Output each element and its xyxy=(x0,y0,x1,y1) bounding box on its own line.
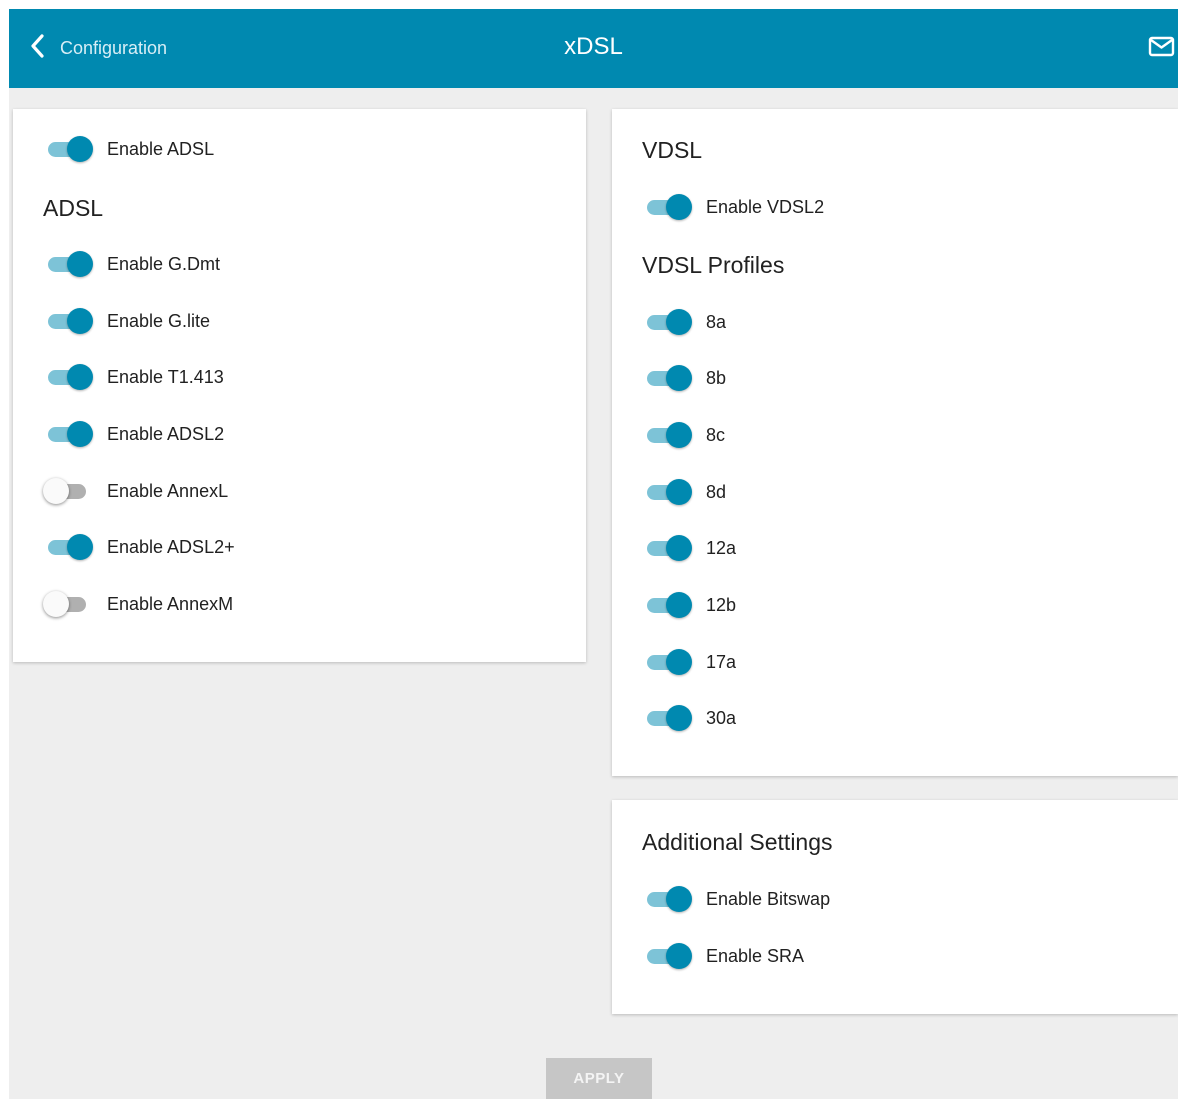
toggle-switch[interactable] xyxy=(43,420,93,448)
enable-t1413-toggle[interactable]: Enable T1.413 xyxy=(43,363,224,391)
toggle-label: Enable G.lite xyxy=(107,310,211,331)
toggle-switch[interactable] xyxy=(43,135,93,163)
notifications-button[interactable] xyxy=(1146,36,1176,62)
adsl-heading: ADSL xyxy=(43,195,104,221)
profile-8a-toggle[interactable]: 8a xyxy=(642,308,726,336)
toggle-label: 12a xyxy=(706,537,737,558)
toggle-switch[interactable] xyxy=(642,591,692,619)
toggle-label: 30a xyxy=(706,707,737,728)
toggle-label: Enable Bitswap xyxy=(706,888,831,909)
toggle-label: Enable VDSL2 xyxy=(706,196,825,217)
adsl-card: Enable ADSL ADSL Enable G.Dmt Enable G.l… xyxy=(13,109,586,662)
toggle-switch[interactable] xyxy=(642,364,692,392)
toggle-switch[interactable] xyxy=(642,534,692,562)
top-bar: Configuration xDSL xyxy=(9,9,1178,88)
profile-30a-toggle[interactable]: 30a xyxy=(642,704,736,732)
vdsl-card: VDSL Enable VDSL2 VDSL Profiles 8a 8b 8c… xyxy=(612,109,1178,776)
profile-12a-toggle[interactable]: 12a xyxy=(642,534,736,562)
toggle-switch[interactable] xyxy=(642,942,692,970)
page-title: xDSL xyxy=(564,33,623,60)
toggle-label: Enable AnnexL xyxy=(107,480,229,501)
toggle-switch[interactable] xyxy=(642,885,692,913)
page: Configuration xDSL Enable ADSL ADSL Enab… xyxy=(9,9,1178,1099)
additional-settings-heading: Additional Settings xyxy=(642,829,833,855)
toggle-switch[interactable] xyxy=(642,704,692,732)
toggle-label: 8b xyxy=(706,367,727,388)
toggle-switch[interactable] xyxy=(43,363,93,391)
toggle-label: 12b xyxy=(706,594,737,615)
profile-8d-toggle[interactable]: 8d xyxy=(642,478,726,506)
apply-button[interactable]: APPLY xyxy=(546,1058,652,1099)
profile-8b-toggle[interactable]: 8b xyxy=(642,364,726,392)
profile-12b-toggle[interactable]: 12b xyxy=(642,591,736,619)
enable-adsl-toggle[interactable]: Enable ADSL xyxy=(43,135,214,163)
vdsl-profiles-heading: VDSL Profiles xyxy=(642,252,785,278)
toggle-label: 8d xyxy=(706,481,727,502)
toggle-switch[interactable] xyxy=(43,307,93,335)
toggle-switch[interactable] xyxy=(642,193,692,221)
enable-gdmt-toggle[interactable]: Enable G.Dmt xyxy=(43,250,220,278)
toggle-switch[interactable] xyxy=(43,533,93,561)
toggle-label: 17a xyxy=(706,651,737,672)
enable-vdsl2-toggle[interactable]: Enable VDSL2 xyxy=(642,193,824,221)
enable-annexm-toggle[interactable]: Enable AnnexM xyxy=(43,590,233,618)
enable-annexl-toggle[interactable]: Enable AnnexL xyxy=(43,477,228,505)
toggle-label: Enable T1.413 xyxy=(107,366,224,387)
toggle-label: 8c xyxy=(706,424,726,445)
additional-settings-card: Additional Settings Enable Bitswap Enabl… xyxy=(612,800,1178,1014)
enable-adsl2plus-toggle[interactable]: Enable ADSL2+ xyxy=(43,533,235,561)
enable-glite-toggle[interactable]: Enable G.lite xyxy=(43,307,210,335)
toggle-label: Enable ADSL2 xyxy=(107,423,225,444)
profile-17a-toggle[interactable]: 17a xyxy=(642,648,736,676)
toggle-label: Enable G.Dmt xyxy=(107,253,221,274)
toggle-switch[interactable] xyxy=(642,648,692,676)
toggle-label: Enable ADSL2+ xyxy=(107,536,235,557)
enable-bitswap-toggle[interactable]: Enable Bitswap xyxy=(642,885,830,913)
profile-8c-toggle[interactable]: 8c xyxy=(642,421,725,449)
toggle-switch[interactable] xyxy=(642,478,692,506)
toggle-switch[interactable] xyxy=(43,477,93,505)
vdsl-heading: VDSL xyxy=(642,137,703,163)
toggle-label: Enable AnnexM xyxy=(107,593,234,614)
enable-sra-toggle[interactable]: Enable SRA xyxy=(642,942,804,970)
toggle-label: 8a xyxy=(706,311,727,332)
toggle-switch[interactable] xyxy=(642,308,692,336)
toggle-label: Enable SRA xyxy=(706,945,805,966)
mail-icon xyxy=(1148,36,1175,62)
enable-adsl2-toggle[interactable]: Enable ADSL2 xyxy=(43,420,224,448)
toggle-switch[interactable] xyxy=(642,421,692,449)
toggle-switch[interactable] xyxy=(43,590,93,618)
toggle-label: Enable ADSL xyxy=(107,138,215,159)
toggle-switch[interactable] xyxy=(43,250,93,278)
